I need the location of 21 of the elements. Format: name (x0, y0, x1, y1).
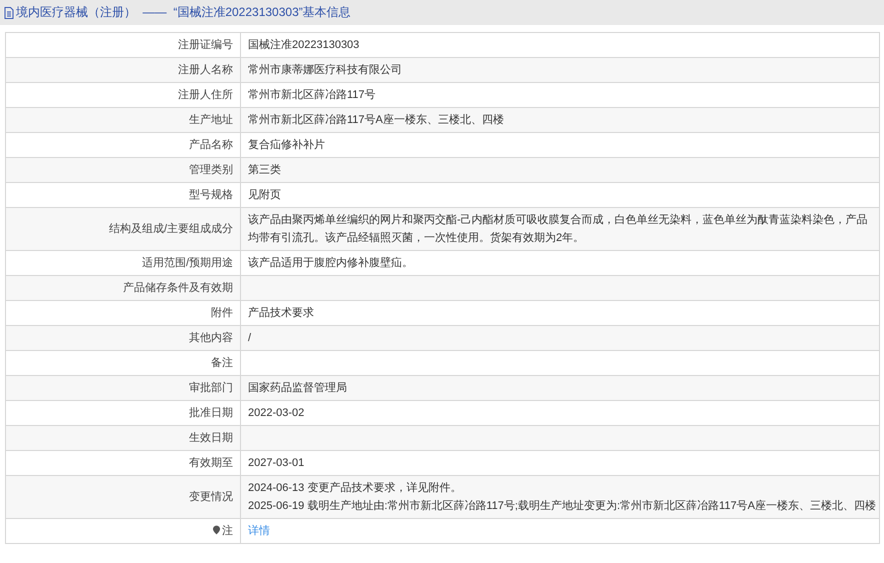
field-value-line: 该产品适用于腹腔内修补腹壁疝。 (248, 256, 414, 271)
field-label: 注册证编号 (6, 32, 240, 58)
field-value-line: 常州市新北区薛冶路117号A座一楼东、三楼北、四楼 (248, 112, 505, 128)
field-value-line: 国械注准20223130303 (248, 38, 360, 53)
field-value-line: 复合疝修补补片 (248, 138, 326, 153)
field-value-line: 2022-03-02 (248, 406, 306, 421)
document-icon (4, 6, 14, 18)
field-value-line: 常州市新北区薛冶路117号 (248, 88, 377, 103)
field-value-line: 第三类 (248, 163, 282, 178)
field-value-line: 常州市康蒂娜医疗科技有限公司 (248, 62, 403, 78)
field-value-line: 见附页 (248, 188, 282, 203)
field-value-line: 该产品由聚丙烯单丝编织的网片和聚丙交酯-己内酯材质可吸收膜复合而成，白色单丝无染料，蓝色单丝为酞青蓝染料染色，产品均带有引流孔。该产品经辐照灭菌，一次性使用。货架有效期为2年。 (248, 212, 869, 246)
page-title: 境内医疗器械（注册） —— “国械注准20223130303”基本信息 (16, 4, 351, 21)
field-value-line: 2024-06-13 变更产品技术要求，详见附件。 (248, 480, 462, 496)
field-value-line: 2027-03-01 (248, 456, 306, 471)
field-value-line: 产品技术要求 (248, 306, 315, 321)
field-label-text: 注 (222, 525, 233, 537)
pin-icon (213, 525, 220, 535)
field-value-line: / (248, 331, 252, 346)
details-link[interactable]: 详情 (248, 525, 270, 537)
field-value-line: 国家药品监督管理局 (248, 380, 348, 396)
